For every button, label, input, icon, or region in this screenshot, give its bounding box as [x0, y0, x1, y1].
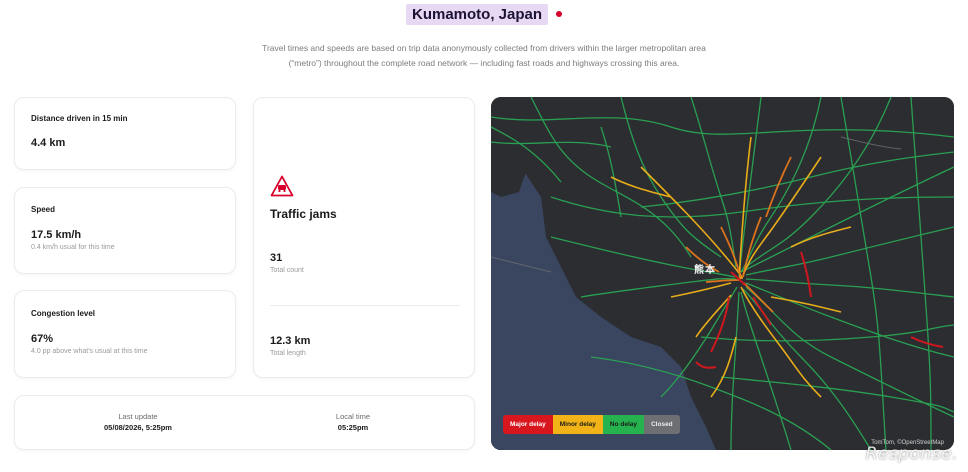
- description-line-2: (“metro”) throughout the complete road n…: [288, 58, 680, 68]
- map-canvas: [491, 97, 954, 450]
- congestion-label: Congestion level: [31, 309, 96, 318]
- description: Travel times and speeds are based on tri…: [184, 41, 784, 71]
- description-line-1: Travel times and speeds are based on tri…: [262, 43, 706, 53]
- jam-count-value: 31: [270, 252, 283, 264]
- legend-no-delay: No delay: [602, 415, 644, 434]
- city-title: Kumamoto, Japan: [405, 4, 549, 25]
- jam-divider: [270, 305, 460, 306]
- jam-count-label: Total count: [270, 267, 304, 274]
- congestion-value: 67%: [31, 333, 54, 345]
- speed-value: 17.5 km/h: [31, 229, 82, 241]
- distance-label: Distance driven in 15 min: [31, 114, 128, 123]
- local-time-block: Local time 05:25pm: [273, 412, 433, 432]
- jam-length-label: Total length: [270, 350, 306, 357]
- speed-card: Speed 17.5 km/h 0.4 km/h usual for this …: [14, 187, 236, 274]
- jam-count-block: 31 Total count: [270, 252, 304, 274]
- distance-value: 4.4 km: [31, 137, 66, 149]
- legend-major-delay: Major delay: [503, 415, 553, 434]
- traffic-map[interactable]: 熊本 Major delay Minor delay No delay Clos…: [491, 97, 954, 450]
- traffic-jams-title: Traffic jams: [270, 207, 337, 221]
- speed-label: Speed: [31, 205, 56, 214]
- update-card: Last update 05/08/2026, 5:25pm Local tim…: [14, 395, 475, 450]
- last-update-value: 05/08/2026, 5:25pm: [104, 423, 172, 432]
- congestion-card: Congestion level 67% 4.0 pp above what's…: [14, 290, 236, 378]
- local-time-label: Local time: [335, 412, 371, 421]
- local-time-value: 05:25pm: [337, 423, 369, 432]
- traffic-jam-warning-icon: [270, 175, 294, 197]
- last-update-label: Last update: [118, 412, 158, 421]
- congestion-sub: 4.0 pp above what's usual at this time: [31, 348, 148, 355]
- map-legend: Major delay Minor delay No delay Closed: [503, 415, 680, 434]
- last-update-block: Last update 05/08/2026, 5:25pm: [58, 412, 218, 432]
- jam-length-block: 12.3 km Total length: [270, 335, 310, 357]
- traffic-jams-card: Traffic jams 31 Total count 12.3 km Tota…: [253, 97, 475, 378]
- legend-closed: Closed: [643, 415, 680, 434]
- jam-length-value: 12.3 km: [270, 335, 311, 347]
- title-row: Kumamoto, Japan: [0, 4, 968, 25]
- speed-sub: 0.4 km/h usual for this time: [31, 244, 115, 251]
- watermark-logo: Response.: [865, 444, 958, 464]
- distance-card: Distance driven in 15 min 4.4 km: [14, 97, 236, 170]
- city-dot: [556, 10, 563, 17]
- legend-minor-delay: Minor delay: [552, 415, 603, 434]
- map-city-label: 熊本: [694, 265, 716, 276]
